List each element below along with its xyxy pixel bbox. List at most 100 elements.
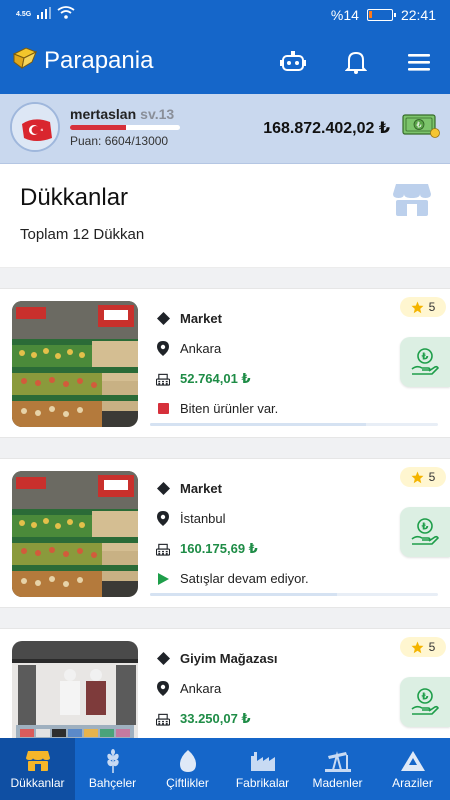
shop-type: Market xyxy=(156,311,222,326)
page-header: Dükkanlar Toplam 12 Dükkan xyxy=(0,166,450,268)
shop-icon xyxy=(392,182,432,223)
diamond-icon xyxy=(156,482,170,495)
collect-money-button[interactable]: ₺ xyxy=(400,677,450,727)
username: mertaslan sv.13 xyxy=(70,106,174,122)
collect-money-button[interactable]: ₺ xyxy=(400,337,450,387)
shop-card[interactable]: Market İstanbul 160.175,69 ₺ Satışlar de… xyxy=(0,458,450,608)
shop-image xyxy=(12,471,138,597)
svg-text:₺: ₺ xyxy=(422,522,429,533)
oil-pump-icon xyxy=(324,746,352,776)
shop-revenue-text: 160.175,69 ₺ xyxy=(180,541,258,556)
menu-icon[interactable] xyxy=(405,48,433,76)
star-count: 5 xyxy=(428,640,436,654)
star-count: 5 xyxy=(428,300,436,314)
shop-revenue: 33.250,07 ₺ xyxy=(156,711,251,727)
location-pin-icon xyxy=(156,511,170,526)
shop-count: Toplam 12 Dükkan xyxy=(20,226,145,243)
factory-icon xyxy=(250,746,276,776)
bottom-navigation: Dükkanlar Bahçeler Çiftlikler Fabrikalar… xyxy=(0,738,450,800)
nav-label: Madenler xyxy=(312,776,363,790)
cash-register-icon xyxy=(156,713,170,726)
collect-money-button[interactable]: ₺ xyxy=(400,507,450,557)
star-count: 5 xyxy=(428,470,436,484)
balance-amount: 168.872.402,02 ₺ xyxy=(263,120,390,137)
avatar[interactable] xyxy=(10,102,60,152)
signal-icon xyxy=(37,6,52,22)
diamond-icon xyxy=(156,652,170,665)
robot-icon[interactable] xyxy=(279,48,307,76)
nav-item-fabrikalar[interactable]: Fabrikalar xyxy=(225,738,300,800)
shop-status-text: Satışlar devam ediyor. xyxy=(180,571,309,586)
nav-item-madenler[interactable]: Madenler xyxy=(300,738,375,800)
nav-label: Dükkanlar xyxy=(10,776,65,790)
nav-label: Bahçeler xyxy=(88,776,137,790)
nav-item-bahceler[interactable]: Bahçeler xyxy=(75,738,150,800)
shop-city-text: Ankara xyxy=(180,681,222,696)
xp-progress-bar xyxy=(70,125,180,130)
divider xyxy=(0,268,450,288)
user-level: sv.13 xyxy=(140,106,175,122)
nav-item-dukkanlar[interactable]: Dükkanlar xyxy=(0,738,75,800)
app-bar: Parapania xyxy=(0,32,450,94)
shop-revenue-text: 52.764,01 ₺ xyxy=(180,371,251,386)
notification-bell-icon[interactable] xyxy=(342,48,370,76)
app-title: Parapania xyxy=(44,46,154,74)
shop-revenue: 160.175,69 ₺ xyxy=(156,541,258,557)
shop-type: Giyim Mağazası xyxy=(156,651,278,666)
shop-revenue: 52.764,01 ₺ xyxy=(156,371,251,387)
land-icon xyxy=(400,746,426,776)
shop-city: Ankara xyxy=(156,681,221,696)
nav-label: Çiftlikler xyxy=(166,776,209,790)
battery-percent: %14 xyxy=(330,7,359,23)
shop-city-text: Ankara xyxy=(180,341,222,356)
shop-type-text: Market xyxy=(180,311,222,326)
diamond-icon xyxy=(156,312,170,325)
svg-text:₺: ₺ xyxy=(416,121,421,130)
shop-revenue-text: 33.250,07 ₺ xyxy=(180,711,251,726)
brand: Parapania xyxy=(12,46,153,75)
nav-item-ciftlikler[interactable]: Çiftlikler xyxy=(150,738,225,800)
star-icon xyxy=(411,471,424,484)
divider xyxy=(0,608,450,628)
shop-city: Ankara xyxy=(156,341,221,356)
status-bar: 4.5G %14 22:41 xyxy=(0,0,450,32)
star-icon xyxy=(411,301,424,314)
divider xyxy=(0,438,450,458)
star-rating-badge: 5 xyxy=(400,297,446,317)
shop-icon xyxy=(25,746,51,776)
shop-progress-bar xyxy=(150,593,438,596)
egg-icon xyxy=(179,746,197,776)
location-pin-icon xyxy=(156,341,170,356)
shop-status: Biten ürünler var. xyxy=(156,401,278,416)
nav-item-araziler[interactable]: Araziler xyxy=(375,738,450,800)
play-icon xyxy=(156,572,170,585)
logo-icon xyxy=(12,46,38,75)
wifi-icon xyxy=(57,6,75,22)
warning-square-icon xyxy=(156,403,170,414)
page-title: Dükkanlar xyxy=(20,184,129,211)
svg-text:₺: ₺ xyxy=(422,352,429,363)
network-type: 4.5G xyxy=(16,10,32,18)
clock: 22:41 xyxy=(400,7,436,23)
shop-status-text: Biten ürünler var. xyxy=(180,401,279,416)
shop-type: Market xyxy=(156,481,222,496)
shop-progress-bar xyxy=(150,423,438,426)
battery-icon xyxy=(366,9,396,21)
banknote-icon[interactable]: ₺ xyxy=(402,112,440,138)
shop-card[interactable]: Market Ankara 52.764,01 ₺ Biten ürünler … xyxy=(0,288,450,438)
shop-type-text: Market xyxy=(180,481,222,496)
location-pin-icon xyxy=(156,681,170,696)
wheat-icon xyxy=(102,746,124,776)
profile-panel: mertaslan sv.13 Puan: 6604/13000 168.872.… xyxy=(0,94,450,164)
svg-text:₺: ₺ xyxy=(422,692,429,703)
cash-register-icon xyxy=(156,543,170,556)
shop-status: Satışlar devam ediyor. xyxy=(156,571,309,586)
hand-coin-icon: ₺ xyxy=(410,517,440,547)
shop-city: İstanbul xyxy=(156,511,226,526)
star-rating-badge: 5 xyxy=(400,467,446,487)
shop-image xyxy=(12,301,138,427)
nav-label: Fabrikalar xyxy=(235,776,290,790)
hand-coin-icon: ₺ xyxy=(410,687,440,717)
shop-type-text: Giyim Mağazası xyxy=(180,651,278,666)
cash-register-icon xyxy=(156,373,170,386)
